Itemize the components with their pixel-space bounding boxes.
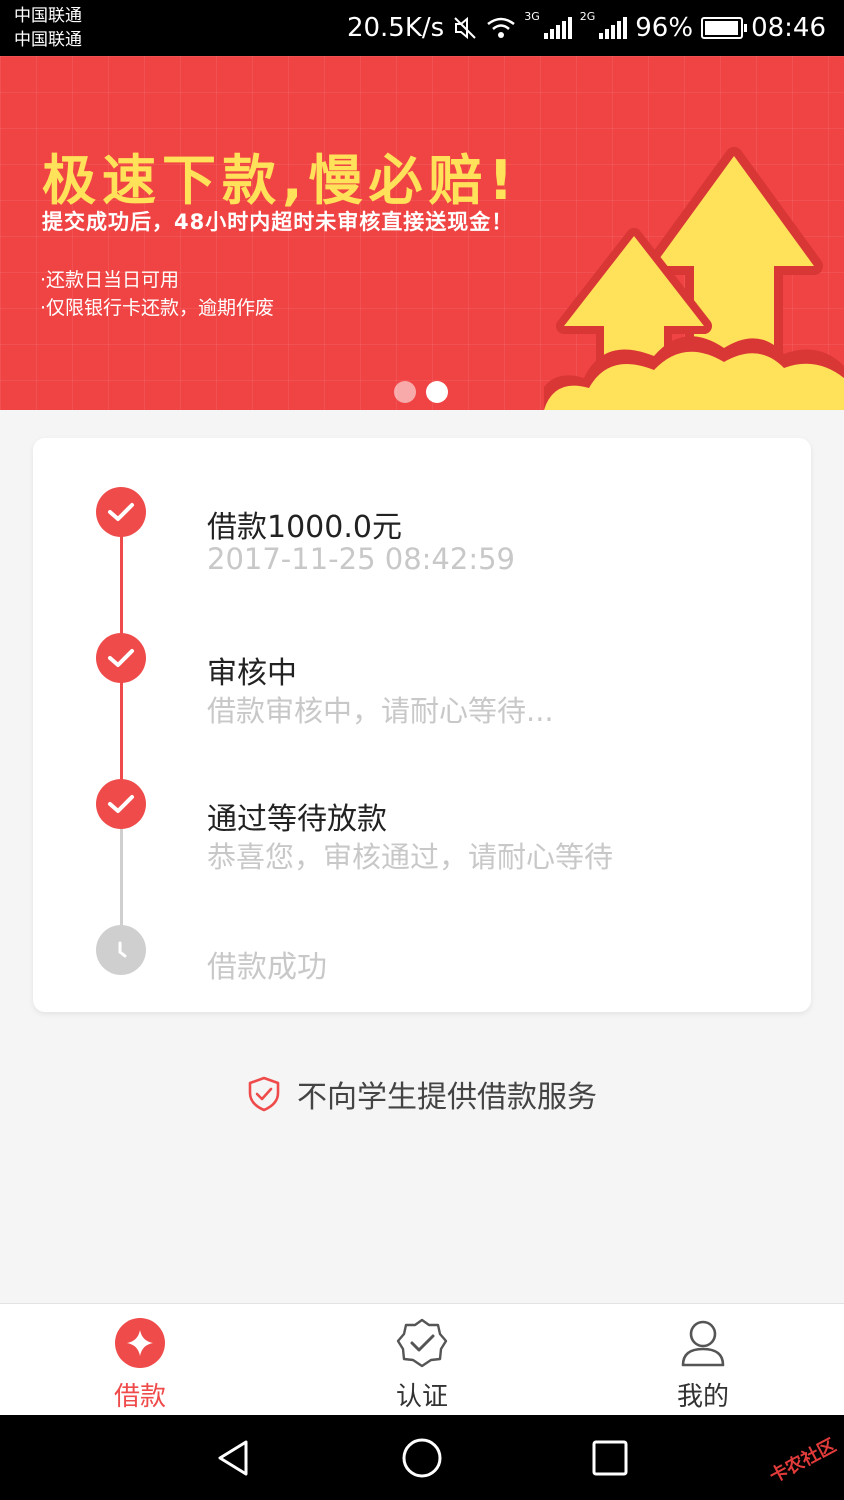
check-icon — [108, 795, 134, 813]
user-icon — [676, 1316, 730, 1370]
banner-bullets: ·还款日当日可用 ·仅限银行卡还款，逾期作废 — [40, 266, 274, 322]
rising-arrows-illustration — [544, 147, 844, 410]
tab-verify[interactable]: 认证 — [332, 1304, 512, 1416]
bottom-tab-bar: 借款 认证 我的 — [0, 1303, 844, 1416]
carousel-indicator[interactable] — [394, 381, 448, 403]
step-title: 通过等待放款 — [207, 802, 387, 837]
verify-badge-icon — [395, 1316, 449, 1370]
step-title: 审核中 — [207, 656, 297, 691]
home-circle-icon — [402, 1438, 442, 1478]
step-done-icon — [96, 633, 146, 683]
tab-label: 借款 — [113, 1382, 166, 1412]
carrier-labels: 中国联通 中国联通 — [14, 4, 82, 52]
step-title: 借款1000.0元 — [207, 510, 402, 545]
home-button[interactable] — [392, 1433, 452, 1483]
network-type-2: 2G — [579, 10, 596, 23]
tab-mine[interactable]: 我的 — [613, 1304, 793, 1416]
banner-bullet: ·还款日当日可用 — [40, 269, 180, 291]
step-pending-icon — [96, 925, 146, 975]
carrier-1: 中国联通 — [14, 6, 82, 26]
signal-icon — [543, 17, 572, 39]
loan-progress-card: 借款1000.0元 2017-11-25 08:42:59 审核中 借款审核中，… — [33, 438, 811, 1012]
promo-banner[interactable]: 极速下款,慢必赔! 提交成功后，48小时内超时未审核直接送现金！ ·还款日当日可… — [0, 56, 844, 410]
tab-label: 认证 — [395, 1382, 448, 1412]
back-triangle-icon — [218, 1440, 248, 1476]
step-done-icon — [96, 487, 146, 537]
system-nav-bar — [0, 1415, 844, 1500]
banner-subtitle: 提交成功后，48小时内超时未审核直接送现金！ — [42, 210, 514, 234]
step-desc: 2017-11-25 08:42:59 — [207, 542, 515, 576]
recents-square-icon — [592, 1440, 628, 1476]
carousel-dot-active[interactable] — [426, 381, 448, 403]
battery-percent: 96% — [635, 13, 694, 43]
carrier-2: 中国联通 — [14, 30, 82, 50]
clock: 08:46 — [751, 13, 826, 43]
status-bar: 中国联通 中国联通 20.5K/s 3G 2G 96% 08:46 — [0, 0, 844, 56]
network-type-1: 3G — [524, 10, 540, 23]
check-icon — [108, 649, 134, 667]
step-title: 借款成功 — [207, 950, 327, 985]
banner-bullet: ·仅限银行卡还款，逾期作废 — [40, 297, 275, 319]
clock-icon — [118, 941, 127, 958]
notice-text: 不向学生提供借款服务 — [297, 1080, 597, 1115]
step-desc: 借款审核中，请耐心等待... — [207, 694, 554, 728]
check-icon — [108, 503, 134, 521]
tab-loan[interactable]: 借款 — [50, 1304, 230, 1416]
wifi-icon — [487, 17, 515, 38]
recents-button[interactable] — [580, 1433, 640, 1483]
step-done-icon — [96, 779, 146, 829]
shield-check-icon — [248, 1076, 280, 1112]
banner-headline: 极速下款,慢必赔! — [42, 149, 520, 212]
signal-icon — [599, 17, 628, 39]
carousel-dot[interactable] — [394, 381, 416, 403]
network-speed: 20.5K/s — [346, 13, 445, 43]
status-indicators: 20.5K/s 3G 2G 96% 08:46 — [347, 10, 826, 46]
back-button[interactable] — [204, 1433, 264, 1483]
battery-icon — [701, 17, 748, 39]
student-notice: 不向学生提供借款服务 — [0, 1070, 844, 1118]
mute-icon — [454, 16, 476, 40]
loan-icon — [113, 1316, 167, 1370]
tab-label: 我的 — [676, 1382, 729, 1412]
step-desc: 恭喜您，审核通过，请耐心等待 — [207, 840, 614, 874]
